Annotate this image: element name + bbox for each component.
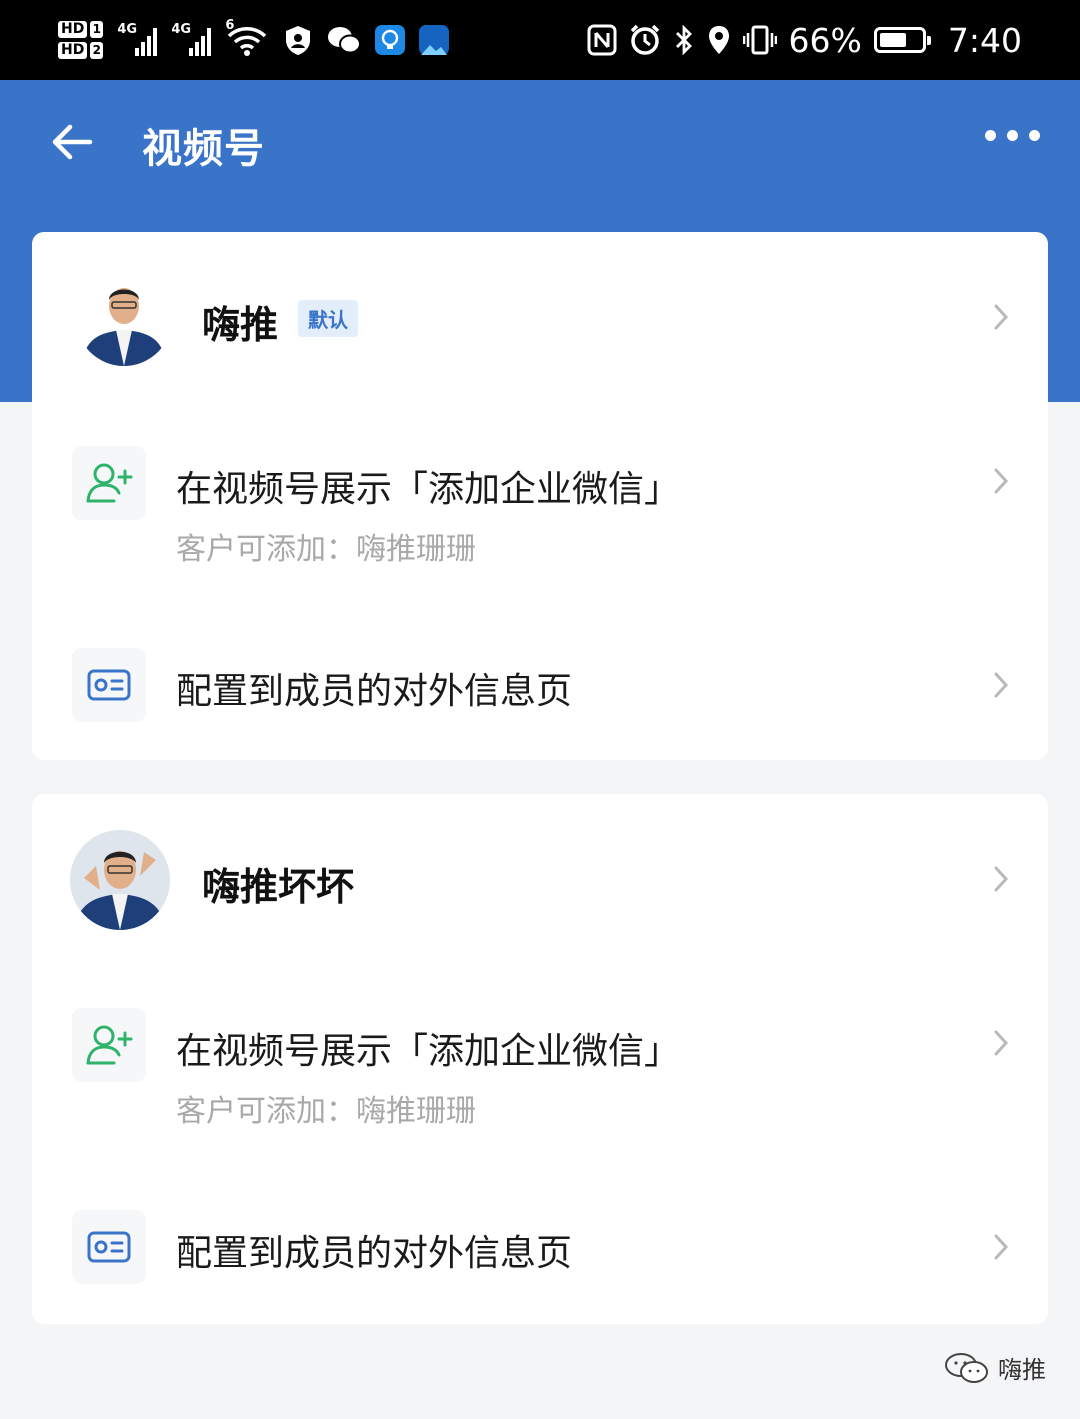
account-profile-row[interactable]: 嗨推坏坏 — [32, 794, 1048, 960]
avatar — [70, 830, 170, 930]
status-right: 66% 7:40 — [587, 14, 1022, 66]
account-card: 嗨推坏坏 在视频号展示「添加企业微信」 客户可添加：嗨推珊珊 配置到成员的对外信… — [32, 794, 1048, 1324]
account-name: 嗨推 — [202, 303, 279, 347]
bluetooth-icon — [675, 24, 692, 56]
hd-label-2: HD — [58, 42, 88, 59]
avatar — [76, 270, 172, 366]
id-card-icon — [72, 648, 146, 722]
watermark-text: 嗨推 — [998, 1356, 1046, 1384]
vpn-shield-icon — [286, 26, 311, 55]
show-add-wecom-row[interactable]: 在视频号展示「添加企业微信」 客户可添加：嗨推珊珊 — [32, 428, 1048, 598]
vibrate-icon — [742, 25, 777, 55]
add-contact-icon — [72, 1008, 146, 1082]
chevron-right-icon — [994, 304, 1009, 330]
network2-label: 4G — [171, 22, 192, 37]
show-add-wecom-subtitle: 客户可添加：嗨推珊珊 — [176, 532, 476, 567]
page-title: 视频号 — [142, 126, 265, 172]
id-card-icon — [72, 1210, 146, 1284]
config-profile-title: 配置到成员的对外信息页 — [176, 1233, 573, 1274]
signal-icon: 4G — [117, 22, 158, 56]
chevron-right-icon — [994, 672, 1009, 698]
config-profile-row[interactable]: 配置到成员的对外信息页 — [32, 632, 1048, 742]
wifi-icon: 6 — [225, 18, 269, 58]
show-add-wecom-title: 在视频号展示「添加企业微信」 — [176, 469, 681, 510]
battery-percent: 66% — [788, 20, 862, 60]
watermark: 嗨推 — [944, 1350, 1046, 1385]
add-contact-icon — [72, 446, 146, 520]
chevron-right-icon — [994, 468, 1009, 494]
clock: 7:40 — [947, 20, 1022, 60]
chevron-right-icon — [994, 866, 1009, 892]
account-profile-row[interactable]: 嗨推 默认 — [32, 232, 1048, 398]
chevron-right-icon — [994, 1234, 1009, 1260]
sim1-label: 1 — [90, 21, 104, 38]
status-left: HD 1 HD 2 4G 4G 6 — [58, 14, 450, 66]
config-profile-row[interactable]: 配置到成员的对外信息页 — [32, 1194, 1048, 1304]
show-add-wecom-row[interactable]: 在视频号展示「添加企业微信」 客户可添加：嗨推珊珊 — [32, 990, 1048, 1160]
show-add-wecom-title: 在视频号展示「添加企业微信」 — [176, 1031, 681, 1072]
arrow-left-icon[interactable] — [48, 118, 96, 166]
wechat-logo-icon — [945, 1352, 988, 1383]
show-add-wecom-subtitle: 客户可添加：嗨推珊珊 — [176, 1094, 476, 1129]
wifi-label: 6 — [225, 18, 235, 33]
config-profile-title: 配置到成员的对外信息页 — [176, 671, 573, 712]
app-icon — [419, 25, 450, 55]
nfc-icon — [587, 24, 617, 56]
lightbulb-app-icon — [375, 25, 406, 55]
default-badge: 默认 — [298, 300, 358, 337]
account-card: 嗨推 默认 在视频号展示「添加企业微信」 客户可添加：嗨推珊珊 配置到成员的对外… — [32, 232, 1048, 760]
location-icon — [708, 26, 729, 54]
sim2-label: 2 — [90, 42, 104, 59]
wechat-icon — [328, 27, 362, 54]
signal-icon-2: 4G — [171, 22, 212, 56]
network1-label: 4G — [117, 22, 138, 37]
account-name: 嗨推坏坏 — [202, 865, 355, 909]
battery-fill — [879, 33, 906, 47]
hd-indicator: HD 1 HD 2 — [58, 21, 104, 59]
status-bar: HD 1 HD 2 4G 4G 6 66% 7:40 — [0, 0, 1080, 80]
hd-label: HD — [58, 21, 88, 38]
alarm-icon — [630, 24, 659, 55]
more-horizontal-icon[interactable] — [985, 130, 1040, 141]
battery-icon — [873, 27, 931, 53]
chevron-right-icon — [994, 1030, 1009, 1056]
